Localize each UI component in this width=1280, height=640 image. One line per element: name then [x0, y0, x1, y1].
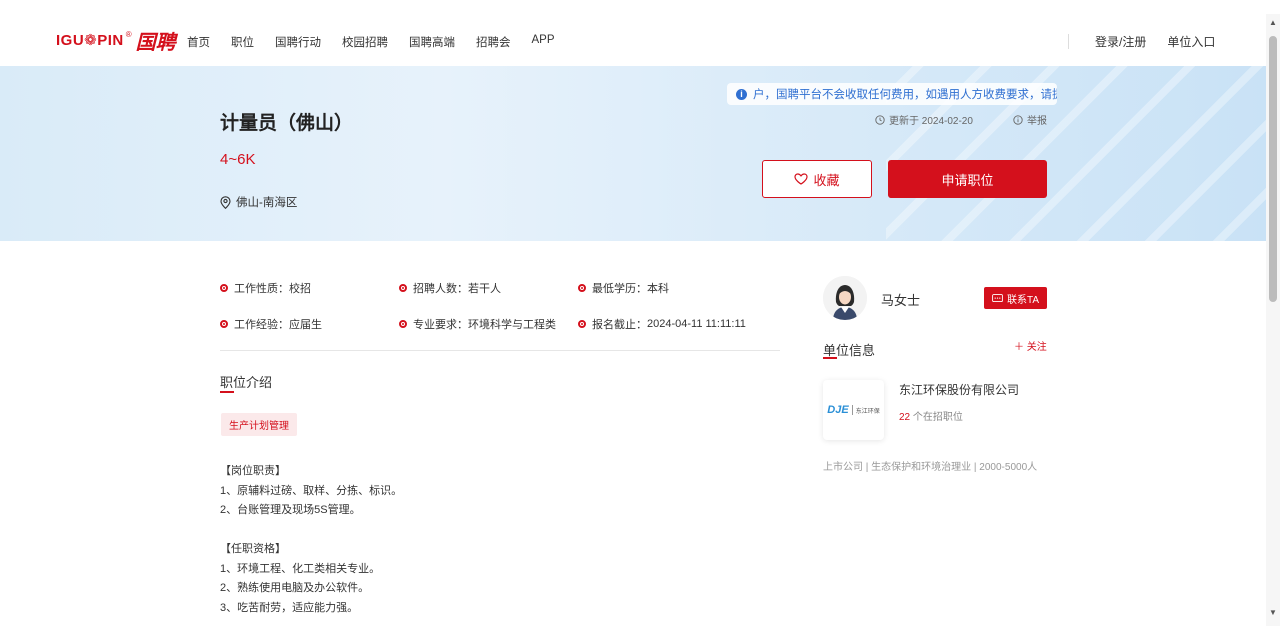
update-time: 更新于 2024-02-20 — [875, 112, 973, 127]
job-intro-title: 职位介绍 — [220, 375, 273, 390]
clock-icon — [875, 114, 885, 125]
attr-value: 本科 — [647, 283, 669, 295]
main-nav: 首页 职位 国聘行动 校园招聘 国聘高端 招聘会 APP — [187, 34, 576, 50]
divider — [220, 350, 780, 351]
bullet-icon — [578, 284, 586, 292]
duties-heading: 【岗位职责】 — [220, 465, 286, 477]
update-time-text: 更新于 2024-02-20 — [889, 116, 973, 127]
follow-company-button[interactable]: ＋ 关注 — [1014, 338, 1047, 353]
job-description: 【岗位职责】 1、原辅料过磅、取样、分拣、标识。 2、台账管理及现场5S管理。 … — [220, 462, 402, 618]
bullet-icon — [399, 284, 407, 292]
page-scrollbar[interactable]: ▲ ▼ — [1266, 14, 1280, 626]
attr-education: 最低学历： 本科 — [578, 280, 669, 296]
login-register-link[interactable]: 登录/注册 — [1095, 33, 1146, 50]
attr-value: 2024-04-11 11:11:11 — [647, 318, 746, 330]
attr-deadline: 报名截止： 2024-04-11 11:11:11 — [578, 316, 746, 332]
favorite-label: 收藏 — [813, 172, 840, 188]
job-salary: 4~6K — [220, 151, 256, 168]
favorite-button[interactable]: 收藏 — [762, 160, 872, 198]
attr-value: 若干人 — [468, 283, 501, 295]
bullet-icon — [220, 284, 228, 292]
requirement-item: 1、环境工程、化工类相关专业。 — [220, 562, 381, 575]
requirements-heading: 【任职资格】 — [220, 543, 286, 555]
recruiter-avatar — [823, 276, 867, 320]
attr-major: 专业要求： 环境科学与工程类 — [399, 316, 556, 332]
info-icon: i — [736, 88, 747, 100]
attr-value: 环境科学与工程类 — [468, 319, 556, 331]
scrollbar-thumb[interactable] — [1269, 36, 1277, 302]
job-title: 计量员（佛山） — [220, 113, 354, 134]
job-category-tag: 生产计划管理 — [221, 413, 297, 436]
job-hero-banner: 计量员（佛山） 4~6K 佛山-南海区 i 户，国聘平台不会收取任何费用，如遇用… — [0, 66, 1266, 241]
company-open-jobs[interactable]: 22 个在招职位 — [899, 408, 963, 423]
logo-text: IGU❁PIN — [56, 32, 124, 49]
company-logo[interactable]: DJE 东江环保 — [823, 380, 884, 440]
duty-item: 1、原辅料过磅、取样、分拣、标识。 — [220, 484, 403, 497]
attr-label: 工作性质： — [234, 283, 289, 295]
attr-label: 专业要求： — [413, 319, 468, 331]
report-link[interactable]: 举报 — [1013, 112, 1047, 127]
attr-label: 工作经验： — [234, 319, 289, 331]
attr-value: 应届生 — [289, 319, 322, 331]
title-underline — [823, 357, 837, 359]
open-jobs-suffix: 个在招职位 — [910, 412, 963, 423]
job-location-text: 佛山-南海区 — [236, 197, 298, 209]
recruiter-name: 马女士 — [881, 293, 921, 308]
job-location: 佛山-南海区 — [220, 194, 297, 210]
nav-item-high-end[interactable]: 国聘高端 — [409, 34, 455, 50]
apply-job-button[interactable]: 申请职位 — [888, 160, 1047, 198]
company-meta: 上市公司 | 生态保护和环境治理业 | 2000-5000人 — [823, 462, 1038, 473]
nav-item-jobs[interactable]: 职位 — [231, 34, 254, 50]
recruiter-avatar-icon — [823, 276, 867, 320]
brand-logo[interactable]: IGU❁PIN ® 国聘 — [56, 26, 176, 54]
company-logo-mark-text: DJE — [827, 404, 849, 416]
bullet-icon — [578, 320, 586, 328]
open-jobs-count: 22 — [899, 412, 911, 423]
attr-headcount: 招聘人数： 若干人 — [399, 280, 501, 296]
nav-divider — [1068, 34, 1069, 49]
title-underline — [220, 391, 234, 393]
attr-label: 招聘人数： — [413, 283, 468, 295]
heart-icon — [794, 173, 809, 185]
bullet-icon — [220, 320, 228, 328]
report-text: 举报 — [1027, 116, 1047, 127]
scroll-down-arrow-icon[interactable]: ▼ — [1269, 608, 1277, 617]
attr-label: 报名截止： — [592, 319, 647, 331]
nav-item-job-fair[interactable]: 招聘会 — [476, 34, 511, 50]
top-navbar: IGU❁PIN ® 国聘 首页 职位 国聘行动 校园招聘 国聘高端 招聘会 AP… — [0, 14, 1266, 66]
employer-entry-link[interactable]: 单位入口 — [1167, 33, 1215, 50]
location-pin-icon — [220, 195, 231, 209]
nav-item-app[interactable]: APP — [532, 34, 555, 50]
bullet-icon — [399, 320, 407, 328]
requirement-item: 3、吃苦耐劳，适应能力强。 — [220, 601, 359, 614]
fee-notice-banner: i 户，国聘平台不会收取任何费用，如遇用人方收费要求，请提 — [727, 83, 1057, 105]
attr-job-nature: 工作性质： 校招 — [220, 280, 311, 296]
nav-item-home[interactable]: 首页 — [187, 34, 210, 50]
logo-chinese-text: 国聘 — [135, 29, 176, 54]
report-info-icon — [1013, 114, 1023, 125]
attr-experience: 工作经验： 应届生 — [220, 316, 322, 332]
duty-item: 2、台账管理及现场5S管理。 — [220, 504, 361, 516]
attr-label: 最低学历： — [592, 283, 647, 295]
company-name[interactable]: 东江环保股份有限公司 — [899, 381, 1019, 398]
company-logo-mark: DJE 东江环保 — [827, 404, 879, 416]
contact-recruiter-button[interactable]: 联系TA — [984, 287, 1047, 309]
attr-value: 校招 — [289, 283, 311, 295]
nav-item-campus[interactable]: 校园招聘 — [342, 34, 388, 50]
scroll-up-arrow-icon[interactable]: ▲ — [1269, 18, 1277, 27]
company-logo-text: 东江环保 — [855, 408, 880, 415]
nav-item-national-action[interactable]: 国聘行动 — [275, 34, 321, 50]
fee-notice-text: 户，国聘平台不会收取任何费用，如遇用人方收费要求，请提 — [753, 89, 1057, 101]
logo-registered-mark: ® — [125, 30, 132, 39]
contact-button-label: 联系TA — [1006, 294, 1040, 306]
logo-divider — [851, 405, 853, 415]
nav-right: 登录/注册 单位入口 — [1068, 33, 1236, 50]
chat-icon — [992, 293, 1003, 302]
requirement-item: 2、熟练使用电脑及办公软件。 — [220, 582, 370, 594]
